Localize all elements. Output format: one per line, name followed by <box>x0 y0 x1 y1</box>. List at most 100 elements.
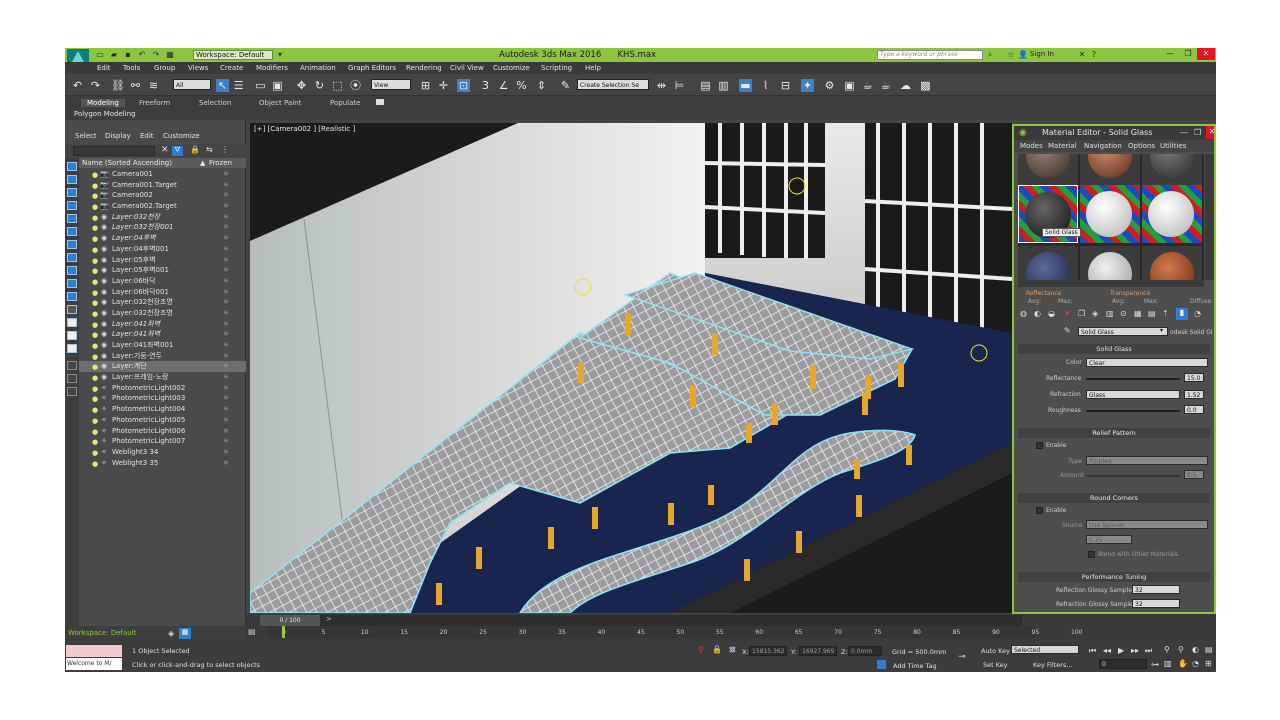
set-key-filter-icon[interactable]: ⊸ <box>958 652 966 662</box>
mirror-icon[interactable]: ⇹ <box>655 79 668 92</box>
display-xrefs-icon[interactable] <box>67 253 77 262</box>
display-space-warps-icon[interactable] <box>67 227 77 236</box>
freeze-toggle-icon[interactable]: ✳ <box>223 212 229 223</box>
relief-pattern-rollout-header[interactable]: Relief Pattern <box>1018 428 1210 438</box>
maxscript-mini-listener[interactable]: Welcome to M/ <box>66 658 122 670</box>
explorer-row[interactable]: ● 📷 Camera001 ✳ <box>79 169 246 180</box>
pan-icon[interactable]: ✋ <box>1178 659 1188 668</box>
freeze-toggle-icon[interactable]: ✳ <box>223 233 229 244</box>
render-in-cloud-icon[interactable]: ▩ <box>919 79 932 92</box>
slots-horizontal-scrollbar[interactable] <box>1018 280 1204 287</box>
material-editor-close-button[interactable]: ✕ <box>1206 126 1214 139</box>
menu-rendering[interactable]: Rendering <box>406 64 442 72</box>
explorer-row[interactable]: ● ✧ PhotometricLight006 ✳ <box>79 426 246 437</box>
search-input[interactable]: Type a keyword or phrase <box>877 50 983 60</box>
redo-icon[interactable]: ↷ <box>89 79 102 92</box>
material-editor-icon[interactable]: ✦ <box>801 79 814 92</box>
tab-freeform[interactable]: Freeform <box>139 99 170 107</box>
freeze-toggle-icon[interactable]: ✳ <box>223 340 229 351</box>
show-shaded-icon[interactable]: ▦ <box>1134 309 1142 318</box>
mat-menu-material[interactable]: Material <box>1048 142 1076 150</box>
freeze-toggle-icon[interactable]: ✳ <box>223 447 229 458</box>
explorer-find-input[interactable] <box>73 146 155 156</box>
layer-icon[interactable]: ◈ <box>168 629 174 638</box>
slots-scrollbar[interactable] <box>1205 154 1214 280</box>
explorer-menu-display[interactable]: Display <box>105 132 131 140</box>
menu-civil-view[interactable]: Civil View <box>450 64 484 72</box>
rendered-frame-window-icon[interactable]: ▣ <box>843 79 856 92</box>
viewport-label[interactable]: [+] [Camera002 ] [Realistic ] <box>254 125 355 133</box>
panel-polygon-modeling[interactable]: Polygon Modeling <box>74 110 136 118</box>
explorer-menu-select[interactable]: Select <box>75 132 97 140</box>
freeze-toggle-icon[interactable]: ✳ <box>223 201 229 212</box>
align-icon[interactable]: ⊨ <box>673 79 686 92</box>
absolute-mode-icon[interactable]: ⊠ <box>729 645 736 654</box>
schematic-view-icon[interactable]: ⊟ <box>779 79 792 92</box>
explorer-layer-icon[interactable] <box>67 387 77 396</box>
color-dropdown[interactable]: Clear <box>1086 358 1208 367</box>
open-file-icon[interactable]: ▰ <box>109 50 119 60</box>
round-enable-checkbox[interactable] <box>1036 507 1043 514</box>
sign-in-link[interactable]: Sign In <box>1030 50 1054 58</box>
minimize-button[interactable]: — <box>1161 48 1179 60</box>
sample-slot-7[interactable] <box>1018 246 1078 280</box>
explorer-row[interactable]: ● ◉ Layer:041좌벽 ✳ <box>79 319 246 330</box>
explorer-row[interactable]: ● ✧ Weblight3 34 ✳ <box>79 447 246 458</box>
eyedropper-icon[interactable]: ✎ <box>1064 326 1071 335</box>
solid-glass-rollout-header[interactable]: Solid Glass <box>1018 344 1210 354</box>
bind-space-warp-icon[interactable]: ≋ <box>147 79 160 92</box>
workspace-dropdown[interactable]: Workspace: Default <box>193 50 273 60</box>
explorer-row[interactable]: ● ◉ Layer:032천장 ✳ <box>79 212 246 223</box>
filter-icon[interactable]: ⛛ <box>172 146 183 156</box>
explorer-row[interactable]: ● ◉ Layer:032천장001 ✳ <box>79 222 246 233</box>
menu-tools[interactable]: Tools <box>123 64 140 72</box>
display-bones-icon[interactable] <box>67 266 77 275</box>
freeze-toggle-icon[interactable]: ✳ <box>223 244 229 255</box>
explorer-row[interactable]: ● ◉ Layer:032천장조명 ✳ <box>79 297 246 308</box>
menu-help[interactable]: Help <box>585 64 601 72</box>
z-coordinate-field[interactable]: 0.0mm <box>848 646 882 656</box>
relief-type-dropdown[interactable]: Rippled <box>1086 456 1208 465</box>
freeze-toggle-icon[interactable]: ✳ <box>223 169 229 180</box>
display-hidden-icon[interactable] <box>67 305 77 314</box>
performance-tuning-rollout-header[interactable]: Performance Tuning <box>1018 572 1210 582</box>
menu-graph-editors[interactable]: Graph Editors <box>348 64 396 72</box>
freeze-toggle-icon[interactable]: ✳ <box>223 190 229 201</box>
tab-populate[interactable]: Populate <box>330 99 360 107</box>
render-iterative-icon[interactable]: ☕ <box>879 79 892 92</box>
display-groups-icon[interactable] <box>67 240 77 249</box>
make-unique-icon[interactable]: ◈ <box>1092 309 1098 318</box>
sample-slot-9[interactable] <box>1142 246 1202 280</box>
ribbon-toggle-icon[interactable] <box>376 99 384 105</box>
menu-animation[interactable]: Animation <box>300 64 336 72</box>
display-lights-icon[interactable] <box>67 188 77 197</box>
freeze-toggle-icon[interactable]: ✳ <box>223 297 229 308</box>
link-icon[interactable]: ⛓ <box>111 79 125 92</box>
time-next-icon[interactable]: > <box>326 615 332 623</box>
sample-slot-5[interactable] <box>1080 185 1140 243</box>
explorer-row[interactable]: ● ◉ Layer:06바닥 ✳ <box>79 276 246 287</box>
explorer-row[interactable]: ● ◉ Layer:계단 ✳ <box>79 361 246 373</box>
menu-scripting[interactable]: Scripting <box>541 64 572 72</box>
key-filters-button[interactable]: Key Filters... <box>1033 661 1073 669</box>
freeze-toggle-icon[interactable]: ✳ <box>223 265 229 276</box>
isolate-selection-icon[interactable]: ⚲ <box>698 645 704 654</box>
refraction-spinner[interactable]: 1.52 <box>1184 390 1204 399</box>
auto-key-button[interactable]: Auto Key <box>981 647 1010 655</box>
explorer-row[interactable]: ● ◉ Layer:041좌벽 ✳ <box>79 329 246 340</box>
selection-lock-icon[interactable]: 🔒 <box>712 645 722 654</box>
select-rotate-icon[interactable]: ↻ <box>313 79 326 92</box>
explorer-hierarchy-icon[interactable] <box>67 374 77 383</box>
explorer-row[interactable]: ● ◉ Layer:04후벽001 ✳ <box>79 244 246 255</box>
assign-material-icon[interactable]: ◒ <box>1048 309 1055 318</box>
reflection-glossy-spinner[interactable]: 32 <box>1132 585 1180 594</box>
freeze-toggle-icon[interactable]: ✳ <box>223 383 229 394</box>
tab-modeling[interactable]: Modeling <box>81 99 125 107</box>
current-frame-field[interactable]: 0 <box>1099 659 1147 669</box>
sync-icon[interactable]: ⇆ <box>206 145 213 154</box>
key-mode-icon[interactable]: ⊶ <box>1151 660 1159 669</box>
explorer-row[interactable]: ● ✧ PhotometricLight007 ✳ <box>79 436 246 447</box>
pivot-center-icon[interactable]: ⊞ <box>419 79 432 92</box>
go-forward-sibling-icon[interactable]: ▮ <box>1176 308 1188 320</box>
explorer-row[interactable]: ● ◉ Layer:05후벽001 ✳ <box>79 265 246 276</box>
